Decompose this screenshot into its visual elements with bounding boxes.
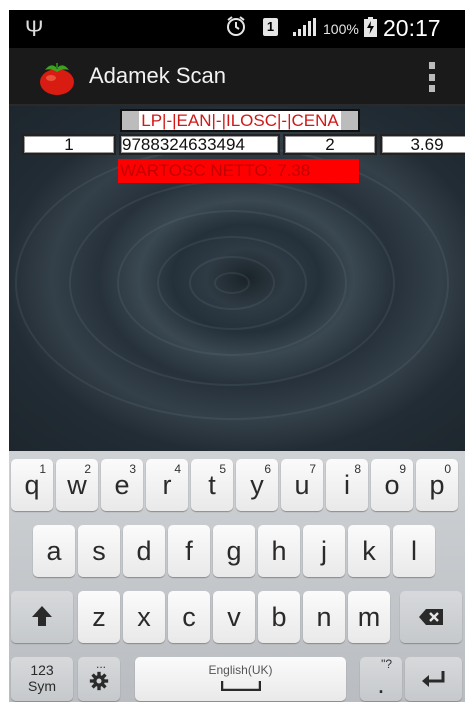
status-clock: 20:17 [383, 15, 441, 41]
key-n[interactable]: n [303, 591, 345, 643]
key-e[interactable]: 3e [101, 459, 143, 511]
device-screen: Ψ 1 100% 20:17 Adamek Scan LP|-|EAN|-|IL… [9, 10, 465, 702]
net-total-label: WARTOSC NETTO: 7.38 [118, 159, 359, 183]
key-a[interactable]: a [33, 525, 75, 577]
key-b[interactable]: b [258, 591, 300, 643]
key-i[interactable]: 8i [326, 459, 368, 511]
space-key[interactable]: English(UK) [135, 657, 346, 701]
period-key[interactable]: "? . [360, 657, 402, 701]
signal-bars-icon [293, 18, 316, 36]
key-o[interactable]: 9o [371, 459, 413, 511]
key-g[interactable]: g [213, 525, 255, 577]
sim-indicator: 1 [263, 18, 278, 36]
enter-icon [422, 671, 445, 687]
cell-lp[interactable]: 1 [22, 134, 116, 155]
table-header-label: LP|-|EAN|-|ILOSC|-|CENA [139, 111, 341, 130]
battery-percent: 100% [323, 21, 359, 37]
key-s[interactable]: s [78, 525, 120, 577]
cell-price[interactable]: 3.69 [380, 134, 465, 155]
alarm-clock-icon [227, 16, 245, 36]
key-u[interactable]: 7u [281, 459, 323, 511]
gear-icon [89, 671, 109, 691]
key-h[interactable]: h [258, 525, 300, 577]
keyboard-settings-key[interactable]: ... [78, 657, 120, 701]
tomato-icon[interactable] [37, 60, 77, 96]
key-w[interactable]: 2w [56, 459, 98, 511]
key-z[interactable]: z [78, 591, 120, 643]
shift-arrow-icon [32, 606, 52, 626]
cell-ean[interactable]: 9788324633494 [119, 134, 280, 155]
shift-key[interactable] [11, 591, 73, 643]
key-j[interactable]: j [303, 525, 345, 577]
table-header: LP|-|EAN|-|ILOSC|-|CENA [120, 109, 360, 132]
enter-key[interactable] [405, 657, 462, 701]
table-row: 1 9788324633494 2 3.69 [22, 134, 465, 156]
key-d[interactable]: d [123, 525, 165, 577]
key-x[interactable]: x [123, 591, 165, 643]
key-c[interactable]: c [168, 591, 210, 643]
key-q[interactable]: 1q [11, 459, 53, 511]
battery-charging-icon [364, 17, 377, 37]
backspace-icon [419, 609, 443, 625]
backspace-key[interactable] [400, 591, 462, 643]
cell-quantity[interactable]: 2 [283, 134, 377, 155]
key-l[interactable]: l [393, 525, 435, 577]
scan-content-area: LP|-|EAN|-|ILOSC|-|CENA 1 9788324633494 … [9, 106, 465, 451]
key-t[interactable]: 5t [191, 459, 233, 511]
overflow-menu-icon[interactable] [423, 60, 441, 94]
key-y[interactable]: 6y [236, 459, 278, 511]
app-title: Adamek Scan [89, 63, 226, 88]
key-p[interactable]: 0p [416, 459, 458, 511]
spacebar-icon [221, 681, 261, 691]
symbols-key[interactable]: 123 Sym [11, 657, 73, 701]
soft-keyboard: 1q 2w 3e 4r 5t 6y 7u 8i 9o 0p a s d f g … [9, 451, 465, 702]
usb-icon: Ψ [25, 16, 44, 41]
status-bar: Ψ 1 100% 20:17 [9, 10, 465, 48]
key-v[interactable]: v [213, 591, 255, 643]
key-k[interactable]: k [348, 525, 390, 577]
key-f[interactable]: f [168, 525, 210, 577]
key-m[interactable]: m [348, 591, 390, 643]
key-r[interactable]: 4r [146, 459, 188, 511]
action-bar: Adamek Scan [9, 48, 465, 106]
